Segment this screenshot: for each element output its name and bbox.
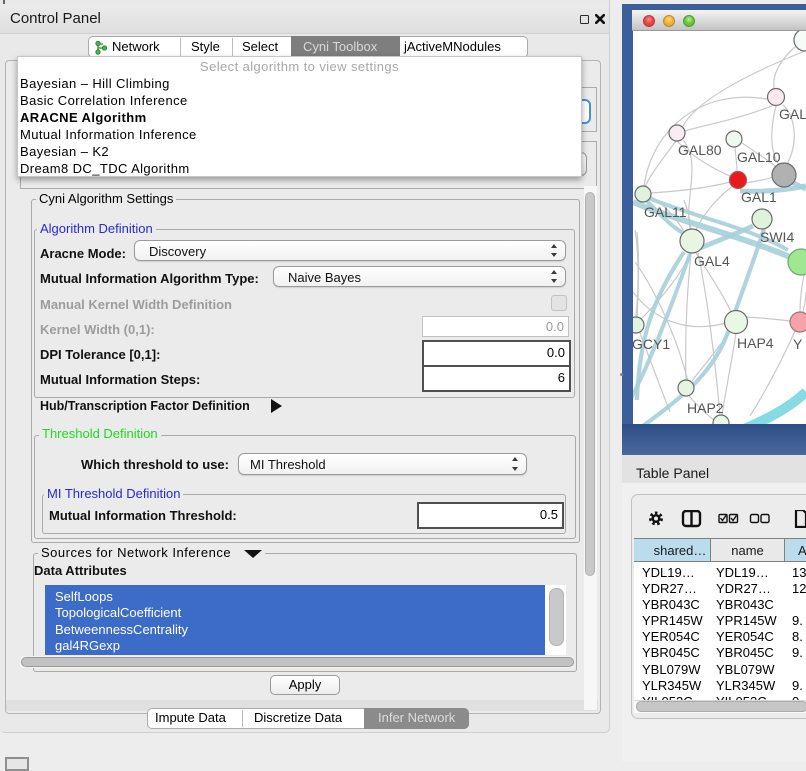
svg-text:GAL7: GAL7 [779,106,806,122]
svg-text:SWI4: SWI4 [760,229,794,245]
svg-text:GAL80: GAL80 [678,142,722,158]
svg-text:GCY1: GCY1 [633,336,670,352]
svg-text:GAL4: GAL4 [694,253,730,269]
svg-text:Y: Y [793,336,803,352]
svg-text:GAL11: GAL11 [644,204,687,220]
svg-text:HAP4: HAP4 [737,335,774,351]
svg-text:GAL10: GAL10 [737,149,781,165]
svg-text:GAL1: GAL1 [741,189,777,205]
svg-text:HAP2: HAP2 [687,400,724,416]
